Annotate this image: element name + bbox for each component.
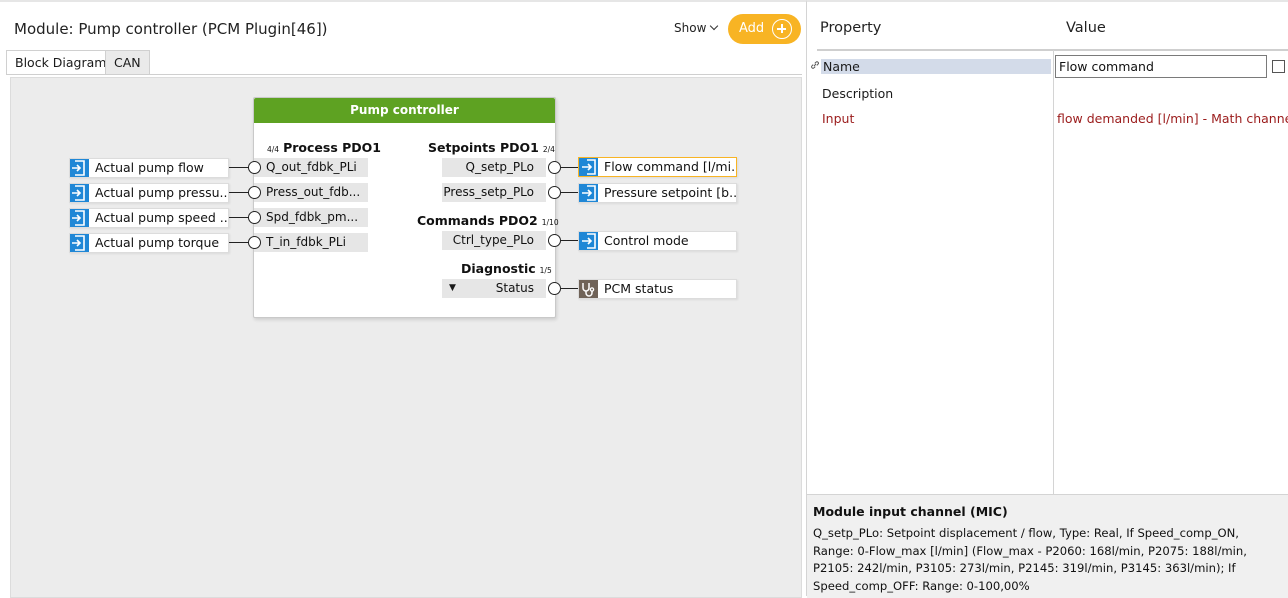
tab-block-diagram[interactable]: Block Diagram xyxy=(6,50,116,75)
exit-arrow-icon xyxy=(579,232,598,250)
input-port[interactable]: Q_out_fdbk_PLi xyxy=(254,158,368,177)
wire xyxy=(229,217,249,219)
output-pin[interactable] xyxy=(548,234,561,247)
input-port[interactable]: Press_out_fdb... xyxy=(254,183,368,202)
section-count: 1/10 xyxy=(541,218,559,227)
tab-can[interactable]: CAN xyxy=(105,50,150,74)
channel-label: PCM status xyxy=(604,281,674,296)
wire xyxy=(561,167,579,169)
wire xyxy=(561,288,579,290)
block-title: Pump controller xyxy=(254,98,555,123)
enter-arrow-icon xyxy=(70,234,89,252)
plus-circle-icon xyxy=(772,19,792,39)
input-port[interactable]: T_in_fdbk_PLi xyxy=(254,233,368,252)
status-output-port[interactable]: Status xyxy=(442,279,546,298)
add-label: Add xyxy=(739,21,765,36)
info-panel: Module input channel (MIC) Q_setp_PLo: S… xyxy=(807,494,1288,598)
status-dropdown-icon[interactable]: ▼ xyxy=(449,283,456,293)
pump-controller-block[interactable]: Pump controller 4/4 Process PDO1 Setpoint… xyxy=(253,97,559,318)
input-channel-actual-pump-pressure[interactable]: Actual pump pressu... xyxy=(69,183,229,203)
property-input[interactable]: Input xyxy=(822,111,854,126)
section-count: 4/4 xyxy=(267,145,280,154)
module-title: Module: Pump controller (PCM Plugin[46]) xyxy=(14,20,328,38)
input-port[interactable]: Spd_fdbk_pm... xyxy=(254,208,368,227)
enter-arrow-icon xyxy=(70,159,89,177)
property-column-header: Property xyxy=(820,20,882,36)
section-label: Process PDO1 xyxy=(283,140,381,155)
name-checkbox[interactable] xyxy=(1272,60,1285,73)
chevron-down-icon xyxy=(710,21,719,31)
show-label: Show xyxy=(674,21,707,35)
wire xyxy=(229,242,249,244)
channel-label: Flow command [l/mi... xyxy=(604,159,737,174)
input-pin[interactable] xyxy=(248,161,261,174)
enter-arrow-icon xyxy=(70,184,89,202)
wire xyxy=(229,167,249,169)
add-button[interactable]: Add xyxy=(728,14,801,44)
info-body: Q_setp_PLo: Setpoint displacement / flow… xyxy=(813,526,1247,593)
section-label: Diagnostic xyxy=(461,261,536,276)
wire xyxy=(561,240,579,242)
output-channel-control-mode[interactable]: Control mode xyxy=(578,231,737,251)
section-count: 1/5 xyxy=(539,266,552,275)
column-divider[interactable] xyxy=(1053,50,1054,494)
output-port[interactable]: Press_setp_PLo xyxy=(442,183,546,202)
output-pin[interactable] xyxy=(548,161,561,174)
channel-label: Actual pump flow xyxy=(95,160,204,175)
channel-label: Actual pump pressu... xyxy=(95,185,229,200)
section-process-pdo1: 4/4 Process PDO1 xyxy=(263,140,381,155)
exit-arrow-icon xyxy=(579,184,598,202)
properties-pane: Property Value Name Description Input fl… xyxy=(806,0,1288,598)
exit-arrow-icon xyxy=(579,158,598,176)
section-setpoints-pdo1: Setpoints PDO1 2/4 xyxy=(428,140,559,155)
section-commands-pdo2: Commands PDO2 1/10 xyxy=(417,213,563,228)
output-port[interactable]: Q_setp_PLo xyxy=(442,158,546,177)
info-title: Module input channel (MIC) xyxy=(813,504,1008,519)
tab-divider xyxy=(6,74,802,75)
section-label: Setpoints PDO1 xyxy=(428,140,539,155)
show-dropdown[interactable]: Show xyxy=(674,21,719,35)
output-channel-pcm-status[interactable]: PCM status xyxy=(578,279,737,299)
property-description[interactable]: Description xyxy=(822,86,893,101)
wire xyxy=(229,192,249,194)
input-pin[interactable] xyxy=(248,211,261,224)
property-name[interactable]: Name xyxy=(821,59,1051,74)
section-count: 2/4 xyxy=(542,145,555,154)
input-value[interactable]: flow demanded [l/min] - Math channel ( xyxy=(1057,111,1288,126)
name-field[interactable] xyxy=(1055,55,1267,78)
channel-label: Pressure setpoint [b... xyxy=(604,185,737,200)
section-label: Commands PDO2 xyxy=(417,213,538,228)
output-port[interactable]: Ctrl_type_PLo xyxy=(442,231,546,250)
value-column-header: Value xyxy=(1066,20,1106,36)
output-pin[interactable] xyxy=(548,282,561,295)
input-channel-actual-pump-speed[interactable]: Actual pump speed ... xyxy=(69,208,229,228)
stethoscope-icon xyxy=(579,280,598,298)
link-icon xyxy=(811,61,819,69)
channel-label: Control mode xyxy=(604,233,689,248)
output-pin[interactable] xyxy=(548,186,561,199)
output-channel-pressure-setpoint[interactable]: Pressure setpoint [b... xyxy=(578,183,737,203)
input-pin[interactable] xyxy=(248,186,261,199)
channel-label: Actual pump speed ... xyxy=(95,210,229,225)
input-pin[interactable] xyxy=(248,236,261,249)
enter-arrow-icon xyxy=(70,209,89,227)
section-diagnostic: Diagnostic 1/5 xyxy=(461,261,556,276)
block-diagram-pane: Module: Pump controller (PCM Plugin[46])… xyxy=(0,0,806,598)
input-channel-actual-pump-flow[interactable]: Actual pump flow xyxy=(69,158,229,178)
output-channel-flow-command[interactable]: Flow command [l/mi... xyxy=(578,157,737,177)
input-channel-actual-pump-torque[interactable]: Actual pump torque xyxy=(69,233,229,253)
wire xyxy=(561,192,579,194)
channel-label: Actual pump torque xyxy=(95,235,220,250)
